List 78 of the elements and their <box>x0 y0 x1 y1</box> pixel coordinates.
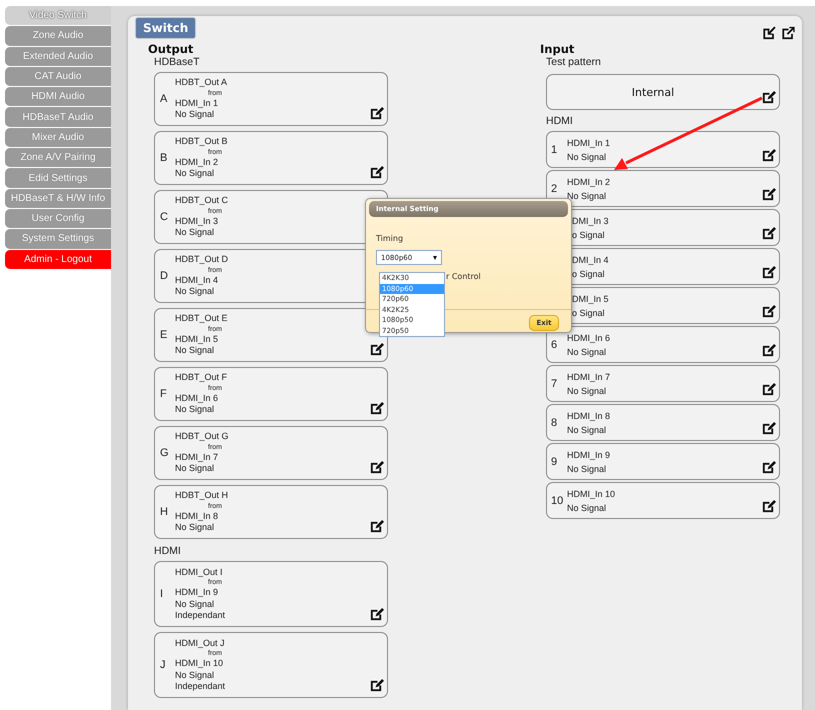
output-letter: D <box>159 270 169 282</box>
option-label: r Control <box>446 272 481 281</box>
output-letter: B <box>159 152 168 164</box>
output-name: HDMI_Out J <box>175 638 226 649</box>
source-name: HDMI_In 1 <box>175 98 220 110</box>
input-name: HDMI_In 9 <box>567 448 610 462</box>
source-name: HDMI_In 3 <box>175 216 220 228</box>
signal-status: No Signal <box>175 404 216 416</box>
output-letter: J <box>159 659 166 671</box>
timing-label: Timing <box>376 234 404 243</box>
output-name: HDBT_Out D <box>175 254 228 266</box>
signal-status: No Signal <box>175 670 216 681</box>
source-name: HDMI_In 6 <box>175 392 220 404</box>
input-name: HDMI_In 10 <box>567 488 616 500</box>
group-label: HDMI <box>546 115 574 127</box>
signal-status: No Signal <box>175 522 216 534</box>
signal-status: o Signal <box>572 228 606 242</box>
input-number: 10 <box>550 494 564 506</box>
source-name: HDMI_In 9 <box>175 587 220 598</box>
output-letter: I <box>159 588 164 600</box>
input-name: HDMI_In 2 <box>567 176 610 188</box>
signal-status: No Signal <box>567 424 608 436</box>
test-pattern-label: Test pattern <box>546 56 602 68</box>
signal-status: No Signal <box>175 168 216 180</box>
input-name: DMI_In 3 <box>572 214 609 228</box>
signal-status: o Signal <box>572 268 606 280</box>
output-name: HDBT_Out A <box>175 77 228 89</box>
output-name: HDBT_Out E <box>175 313 228 325</box>
signal-status: No Signal <box>567 384 608 398</box>
output-name: HDBT_Out C <box>175 195 228 207</box>
output-letter: H <box>159 506 169 518</box>
signal-status: No Signal <box>175 286 216 298</box>
input-name: DMI_In 4 <box>572 254 609 266</box>
input-number: 2 <box>550 182 558 194</box>
input-name: HDMI_In 7 <box>567 370 610 384</box>
signal-status: No Signal <box>567 150 608 164</box>
group-label: HDMI <box>154 545 182 557</box>
signal-status: o Signal <box>572 306 606 320</box>
input-number: 8 <box>550 416 558 428</box>
source-name: HDMI_In 5 <box>175 334 220 346</box>
source-name: HDMI_In 10 <box>175 658 224 670</box>
output-name: HDBT_Out F <box>175 372 228 384</box>
output-letter: F <box>159 388 168 400</box>
signal-status: No Signal <box>175 345 216 357</box>
output-name: HDBT_Out G <box>175 431 229 443</box>
source-name: HDMI_In 7 <box>175 452 220 464</box>
mode-label: Independant <box>175 610 226 622</box>
signal-status: No Signal <box>567 190 608 202</box>
output-letter: G <box>159 447 170 459</box>
output-letter: C <box>159 211 169 223</box>
signal-status: No Signal <box>175 227 216 239</box>
output-name: HDMI_Out I <box>175 566 224 578</box>
signal-status: No Signal <box>567 462 608 476</box>
source-name: HDMI_In 2 <box>175 156 220 168</box>
output-name: HDBT_Out B <box>175 136 228 148</box>
input-number: 1 <box>550 144 558 156</box>
input-name: DMI_In 5 <box>572 292 609 306</box>
mode-label: Independant <box>175 681 226 692</box>
signal-status: No Signal <box>175 463 216 475</box>
input-name: HDMI_In 6 <box>567 332 610 344</box>
signal-status: No Signal <box>175 598 216 610</box>
signal-status: No Signal <box>175 109 216 121</box>
output-name: HDBT_Out H <box>175 490 228 502</box>
input-number: 7 <box>550 378 558 390</box>
input-number: 9 <box>550 456 558 468</box>
signal-status: No Signal <box>567 502 608 514</box>
source-name: HDMI_In 8 <box>175 510 220 522</box>
group-label: HDBaseT <box>154 56 201 68</box>
output-heading: Output <box>148 43 194 55</box>
input-heading: Input <box>540 43 576 55</box>
signal-status: No Signal <box>567 346 608 358</box>
output-letter: A <box>159 93 168 105</box>
source-name: HDMI_In 4 <box>175 274 220 286</box>
test-pattern-value: Internal <box>632 86 674 98</box>
input-number: 6 <box>550 338 558 350</box>
output-letter: E <box>159 329 168 341</box>
input-name: HDMI_In 1 <box>567 136 610 150</box>
input-name: HDMI_In 8 <box>567 410 610 422</box>
